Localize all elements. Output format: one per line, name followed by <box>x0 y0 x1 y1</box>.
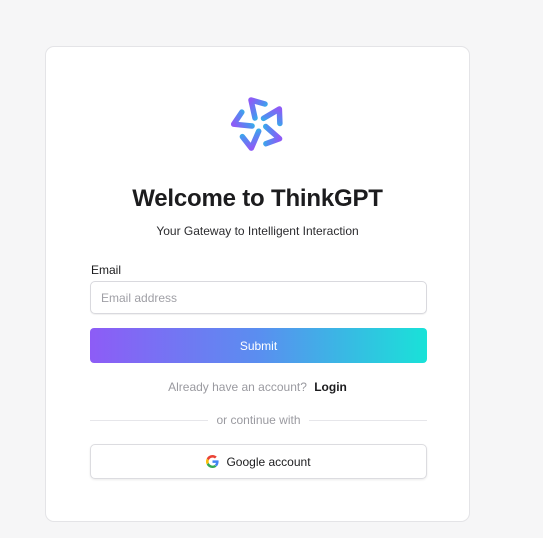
google-icon <box>206 455 220 468</box>
login-link[interactable]: Login <box>314 380 347 394</box>
logo-icon <box>230 97 283 151</box>
submit-button[interactable]: Submit <box>90 328 427 363</box>
login-prompt-text: Already have an account? <box>168 380 307 394</box>
login-prompt-row: Already have an account? Login <box>46 380 469 394</box>
page-title: Welcome to ThinkGPT <box>132 185 383 212</box>
email-input[interactable] <box>90 281 427 314</box>
divider: or continue with <box>90 413 427 427</box>
google-account-label: Google account <box>226 454 311 469</box>
email-label: Email <box>91 263 122 277</box>
page-subtitle: Your Gateway to Intelligent Interaction <box>156 224 359 238</box>
login-card: Welcome to ThinkGPT Your Gateway to Inte… <box>45 46 470 522</box>
google-account-button[interactable]: Google account <box>90 444 427 479</box>
divider-line-right <box>309 420 427 421</box>
